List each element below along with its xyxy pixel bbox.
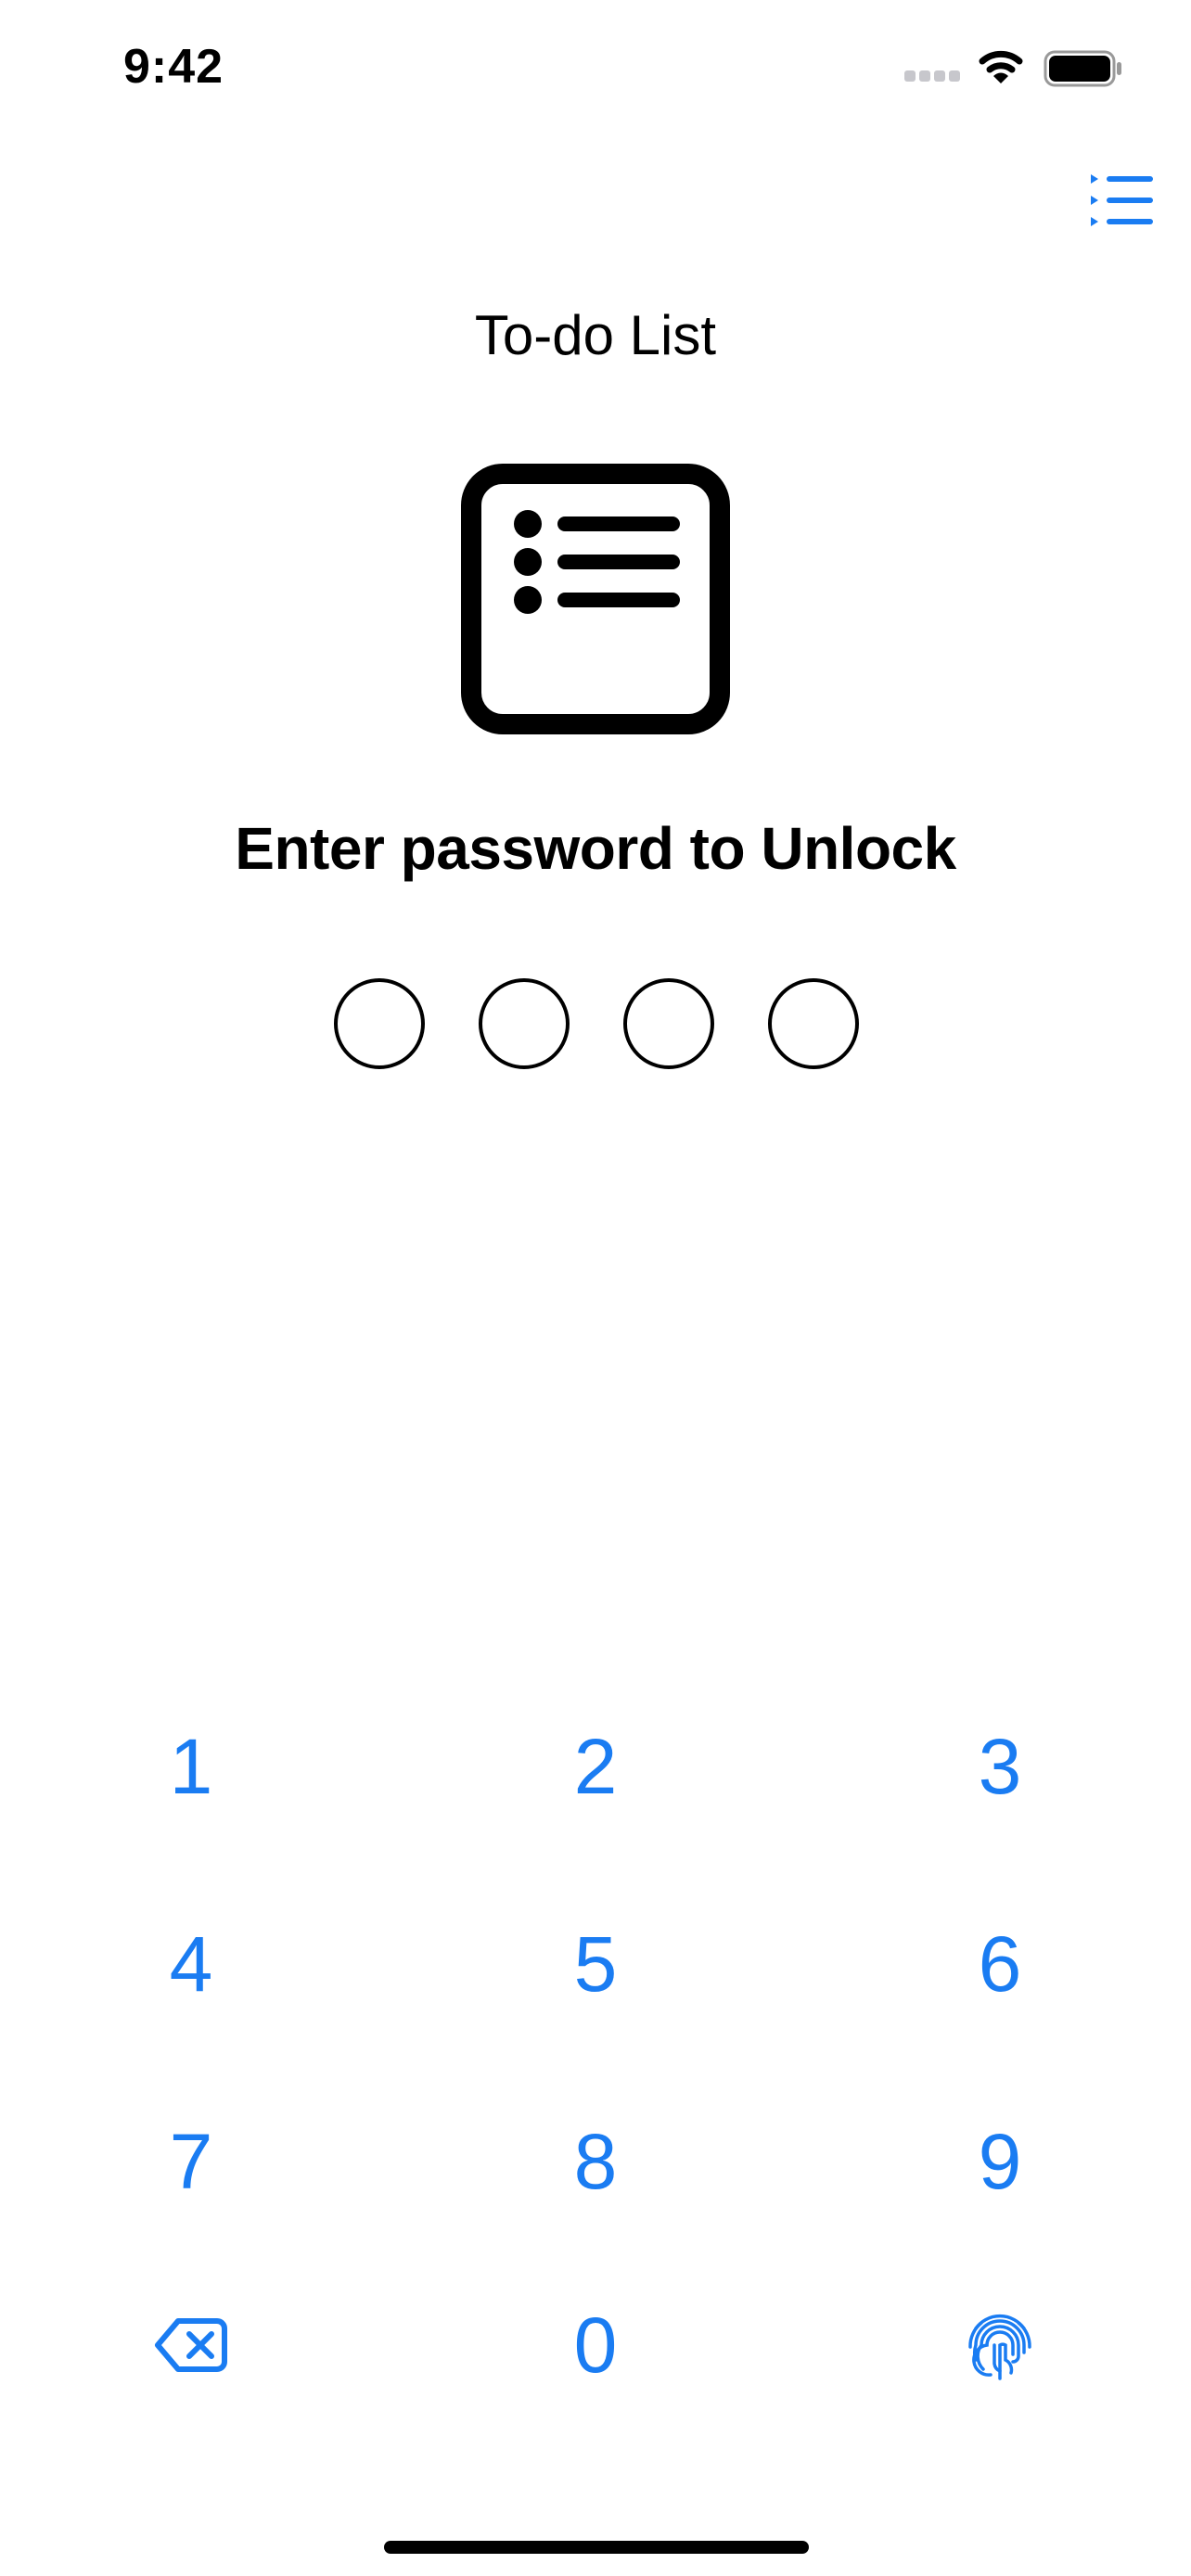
cellular-signal-icon — [904, 70, 960, 82]
wifi-icon — [979, 50, 1023, 83]
delete-button[interactable] — [80, 2266, 302, 2424]
keypad-key-9[interactable]: 9 — [889, 2083, 1111, 2240]
list-menu-button[interactable] — [1087, 171, 1154, 230]
keypad-key-7[interactable]: 7 — [80, 2083, 302, 2240]
app-title: To-do List — [474, 304, 717, 366]
fingerprint-icon — [968, 2314, 1031, 2380]
delete-backward-icon — [155, 2318, 227, 2372]
unlock-prompt: Enter password to Unlock — [235, 815, 956, 882]
keypad-key-4[interactable]: 4 — [80, 1885, 302, 2043]
keypad-key-5[interactable]: 5 — [484, 1885, 707, 2043]
keypad-key-0[interactable]: 0 — [484, 2266, 707, 2424]
keypad-key-2[interactable]: 2 — [484, 1688, 707, 1845]
list-bullet-icon — [1091, 174, 1153, 226]
keypad-key-8[interactable]: 8 — [484, 2083, 707, 2240]
keypad-key-6[interactable]: 6 — [889, 1885, 1111, 2043]
status-bar-time: 9:42 — [123, 40, 224, 94]
passcode-dot — [479, 978, 570, 1069]
list-bullet-rectangle-icon — [461, 464, 730, 734]
passcode-dot — [623, 978, 714, 1069]
keypad-key-1[interactable]: 1 — [80, 1688, 302, 1845]
passcode-dot — [334, 978, 425, 1069]
keypad-key-3[interactable]: 3 — [889, 1688, 1111, 1845]
home-indicator[interactable] — [384, 2541, 809, 2554]
battery-icon — [1044, 50, 1121, 87]
passcode-indicator — [334, 978, 859, 1069]
passcode-dot — [768, 978, 859, 1069]
biometric-button[interactable] — [889, 2266, 1111, 2424]
